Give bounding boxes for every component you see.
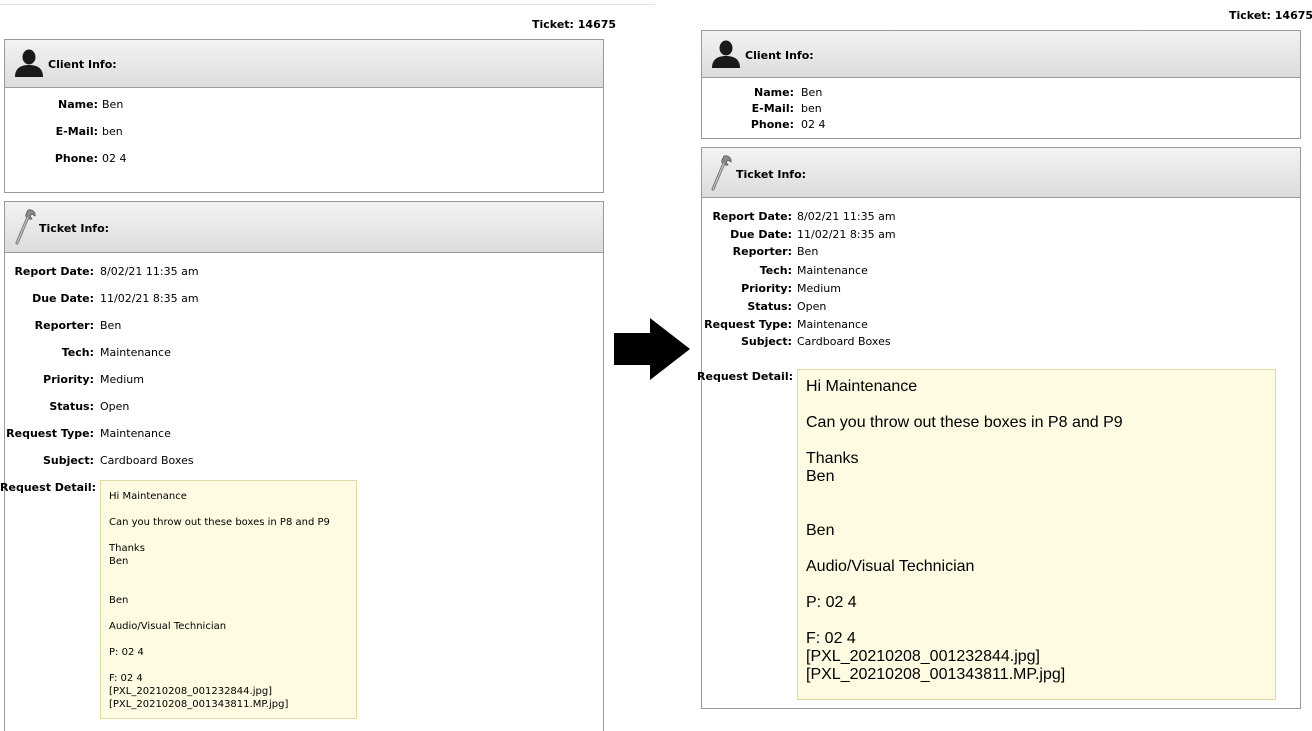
client-field-value: Ben — [102, 98, 124, 111]
ticket-info-title: Ticket Info: — [39, 222, 110, 235]
client-info-panel: Client Info: Name: Ben E-Mail: ben Phone… — [701, 30, 1301, 139]
ticket-field-value: Ben — [100, 319, 122, 332]
ticket-number: Ticket: 14675 — [1229, 9, 1312, 22]
ticket-field-label: Subject: — [740, 335, 792, 348]
ticket-field-label: Report Date: — [14, 265, 94, 278]
client-field-label: E-Mail: — [55, 125, 98, 138]
client-info-header: Client Info: — [5, 40, 603, 88]
ticket-field-value: Cardboard Boxes — [100, 454, 194, 467]
ticket-field-value: Cardboard Boxes — [797, 335, 891, 348]
client-field-label: Name: — [754, 86, 794, 99]
top-divider — [0, 4, 655, 5]
request-detail-box: Hi Maintenance Can you throw out these b… — [100, 480, 357, 719]
ticket-field-label: Report Date: — [712, 210, 792, 223]
client-field-label: Name: — [58, 98, 98, 111]
client-field-label: Phone: — [54, 152, 98, 165]
ticket-field-value: Medium — [100, 373, 144, 386]
user-silhouette-icon — [15, 49, 43, 77]
ticket-field-value: 11/02/21 8:35 am — [100, 292, 199, 305]
client-info-panel: Client Info: Name: Ben E-Mail: ben Phone… — [4, 39, 604, 193]
client-field-label: E-Mail: — [751, 102, 794, 115]
request-detail-label: Request Detail: — [697, 370, 793, 383]
ticket-field-value: Maintenance — [797, 264, 868, 277]
ticket-field-label: Tech: — [61, 346, 94, 359]
client-field-value: ben — [801, 102, 822, 115]
client-field-value: 02 4 — [102, 152, 127, 165]
ticket-field-value: Maintenance — [797, 318, 868, 331]
request-detail-box: Hi Maintenance Can you throw out these b… — [797, 369, 1276, 700]
ticket-info-header: Ticket Info: — [5, 202, 603, 253]
ticket-field-label: Status: — [49, 400, 94, 413]
ticket-field-label: Priority: — [43, 373, 94, 386]
client-field-label: Phone: — [750, 118, 794, 131]
client-info-title: Client Info: — [745, 49, 814, 62]
ticket-field-label: Priority: — [741, 282, 792, 295]
ticket-field-label: Reporter: — [34, 319, 94, 332]
ticket-field-label: Due Date: — [730, 228, 792, 241]
wrench-icon — [711, 155, 732, 191]
request-detail-label: Request Detail: — [0, 481, 96, 494]
ticket-field-value: Maintenance — [100, 346, 171, 359]
ticket-field-label: Reporter: — [732, 245, 792, 258]
ticket-field-label: Request Type: — [6, 427, 94, 440]
ticket-info-header: Ticket Info: — [702, 148, 1300, 198]
ticket-field-value: 8/02/21 11:35 am — [100, 265, 199, 278]
ticket-field-value: 11/02/21 8:35 am — [797, 228, 896, 241]
ticket-field-label: Subject: — [42, 454, 94, 467]
ticket-info-panel: Ticket Info: Report Date: 8/02/21 11:35 … — [0, 201, 604, 731]
ticket-field-label: Status: — [747, 300, 792, 313]
user-silhouette-icon — [712, 40, 740, 68]
ticket-field-value: 8/02/21 11:35 am — [797, 210, 896, 223]
client-info-header: Client Info: — [702, 31, 1300, 78]
client-field-value: Ben — [801, 86, 823, 99]
client-field-value: 02 4 — [801, 118, 826, 131]
wrench-icon — [15, 209, 36, 245]
ticket-field-value: Maintenance — [100, 427, 171, 440]
ticket-field-value: Open — [100, 400, 130, 413]
client-info-title: Client Info: — [48, 58, 117, 71]
ticket-field-label: Request Type: — [704, 318, 792, 331]
ticket-field-label: Tech: — [759, 264, 792, 277]
ticket-field-value: Open — [797, 300, 827, 313]
ticket-info-title: Ticket Info: — [736, 168, 807, 181]
client-field-value: ben — [102, 125, 123, 138]
ticket-field-label: Due Date: — [32, 292, 94, 305]
ticket-number: Ticket: 14675 — [532, 18, 617, 31]
right-arrow-icon — [614, 318, 690, 380]
ticket-info-panel: Ticket Info: Report Date: 8/02/21 11:35 … — [697, 147, 1301, 709]
ticket-field-value: Medium — [797, 282, 841, 295]
ticket-field-value: Ben — [797, 245, 819, 258]
